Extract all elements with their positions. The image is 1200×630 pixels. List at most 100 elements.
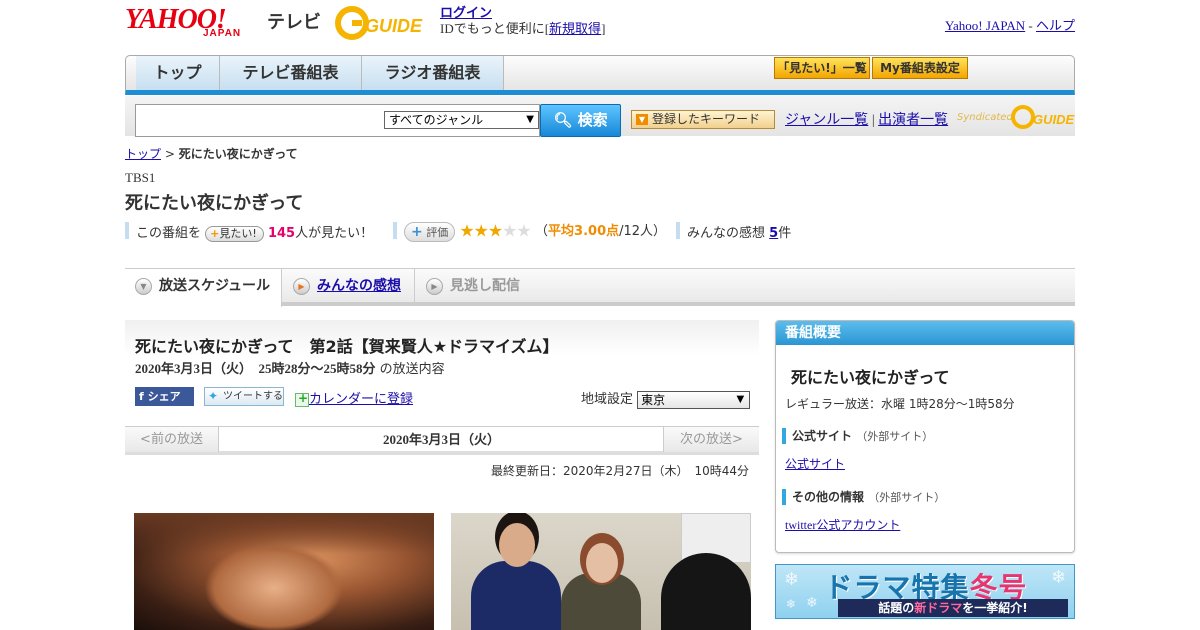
header-links: Yahoo! JAPAN - ヘルプ: [945, 15, 1075, 34]
mitai-count: 145: [267, 226, 296, 241]
help-link[interactable]: ヘルプ: [1036, 18, 1075, 33]
rating-stat: + 評価 ★★★★★ （平均3.00点/12人）: [404, 220, 666, 242]
facebook-icon: f: [139, 390, 144, 403]
registered-keyword-button[interactable]: ▼ 登録したキーワード: [631, 110, 775, 129]
my-schedule-button[interactable]: My番組表設定: [872, 57, 968, 79]
svg-text:GUIDE: GUIDE: [1033, 112, 1075, 127]
banner-subtitle: 話題の新ドラマを一挙紹介!: [838, 599, 1068, 617]
plus-icon: +: [411, 223, 423, 240]
mitai-suffix: 人が見たい！: [295, 226, 374, 241]
search-link-divider: |: [871, 113, 875, 128]
prev-broadcast-link[interactable]: <前の放送: [125, 427, 219, 452]
facebook-share-button[interactable]: f シェア: [135, 387, 194, 406]
tweet-button[interactable]: ✦ ツイートする: [204, 387, 284, 406]
official-site-link[interactable]: 公式サイト: [785, 455, 845, 472]
dropdown-triangle-icon: ▼: [636, 114, 648, 125]
login-link[interactable]: ログイン: [440, 5, 492, 20]
kanso-count-link[interactable]: 5: [769, 226, 778, 241]
star-empty-icon: ★: [516, 221, 531, 242]
rating-paren-open: （: [535, 224, 549, 239]
search-button[interactable]: 🔍︎ 検索: [540, 104, 621, 137]
dropdown-arrow-icon: ▼: [526, 114, 534, 125]
stat-divider: [125, 222, 129, 239]
program-tabs: ▼ 放送スケジュール ▶ みんなの感想 ▶ 見逃し配信: [125, 268, 1075, 307]
site-header: YAHOO! JAPAN テレビ GUIDE ログイン IDでもっと便利に[新規…: [125, 0, 1075, 52]
overview-header: 番組概要: [776, 321, 1074, 345]
genre-select[interactable]: すべてのジャンル ▼: [384, 111, 539, 129]
other-info-heading: その他の情報 （外部サイト）: [782, 489, 945, 505]
calendar-add-icon: [295, 391, 309, 407]
stat-divider: [676, 222, 680, 239]
official-site-label: 公式サイト: [792, 429, 853, 443]
page-title: 死にたい夜にかぎって: [125, 193, 304, 214]
svg-text:GUIDE: GUIDE: [365, 16, 423, 36]
other-info-label: その他の情報: [792, 490, 865, 504]
login-box: ログイン IDでもっと便利に[新規取得]: [440, 5, 605, 37]
nav-tab-radio-schedule[interactable]: ラジオ番組表: [362, 56, 504, 90]
yahoo-japan-link[interactable]: Yahoo! JAPAN: [945, 18, 1025, 33]
tab-kanso[interactable]: ▶ みんなの感想: [283, 269, 415, 303]
dropdown-arrow-icon: ▼: [736, 393, 745, 405]
gguide-logo[interactable]: GUIDE: [335, 6, 431, 40]
photo-hair-shape: [134, 513, 434, 553]
facebook-share-label: シェア: [147, 390, 181, 403]
tab-kanso-label[interactable]: みんなの感想: [317, 278, 401, 294]
episode-airtime: 2020年3月3日（火） 25時28分～25時58分 の放送内容: [135, 358, 445, 377]
region-label: 地域設定: [581, 392, 634, 407]
genre-select-value: すべてのジャンル: [389, 113, 484, 127]
mitai-button[interactable]: +見たい!: [205, 225, 264, 242]
yahoo-japan-logo-text: JAPAN: [203, 28, 242, 39]
genre-list-link[interactable]: ジャンル一覧: [785, 113, 868, 128]
next-broadcast-link[interactable]: 次の放送>: [663, 427, 759, 452]
star-empty-icon: ★: [502, 221, 517, 242]
photo-face-shape: [204, 543, 344, 630]
calendar-link[interactable]: カレンダーに登録: [309, 392, 413, 407]
star-filled-icon: ★: [473, 221, 489, 242]
kanso-suffix: 件: [778, 226, 792, 241]
banner-sub-pre: 話題の: [878, 601, 915, 615]
syndicated-label: Syndicated: [957, 112, 1013, 123]
star-filled-icon: ★: [487, 221, 503, 242]
episode-date-suffix: の放送内容: [379, 362, 445, 377]
last-updated: 最終更新日：2020年2月27日（木） 10時44分: [491, 464, 749, 478]
syndicated-gguide-logo: Syndicated GUIDE: [957, 102, 1075, 132]
register-link[interactable]: 新規取得: [549, 21, 601, 36]
episode-photo: [451, 513, 751, 630]
program-overview: 番組概要 死にたい夜にかぎって レギュラー放送：水曜 1時28分～1時58分 公…: [775, 320, 1075, 553]
drama-special-banner[interactable]: ❄ ❄ ❄ ❄ ドラマ特集冬号 話題の新ドラマを一挙紹介!: [775, 564, 1075, 619]
twitter-bird-icon: ✦: [208, 389, 219, 403]
nav-tab-tv-schedule[interactable]: テレビ番組表: [220, 56, 362, 90]
performer-list-link[interactable]: 出演者一覧: [878, 113, 948, 128]
tab-minogashi-label: 見逃し配信: [450, 278, 520, 294]
breadcrumb-separator: >: [164, 147, 175, 161]
episode-date: 2020年3月3日（火） 25時28分～25時58分: [135, 361, 376, 376]
nav-tab-top[interactable]: トップ: [136, 56, 220, 90]
tab-schedule-label: 放送スケジュール: [159, 278, 271, 294]
tab-schedule[interactable]: ▼ 放送スケジュール: [125, 269, 282, 307]
chevron-right-icon: ▶: [293, 278, 310, 295]
registered-keyword-label: 登録したキーワード: [652, 112, 761, 126]
twitter-account-link[interactable]: twitter公式アカウント: [785, 516, 900, 533]
search-bar: すべてのジャンル ▼ 🔍︎ 検索 ▼ 登録したキーワード ジャンル一覧 | 出演…: [125, 96, 1075, 137]
official-site-heading: 公式サイト （外部サイト）: [782, 428, 933, 444]
tab-minogashi[interactable]: ▶ 見逃し配信: [416, 269, 556, 303]
rating-average: 平均3.00点: [548, 224, 620, 239]
gguide-small-logo-icon: GUIDE: [1011, 105, 1075, 129]
regular-broadcast: レギュラー放送：水曜 1時28分～1時58分: [785, 397, 1015, 411]
login-description-end: ]: [601, 21, 606, 36]
photo-head-shape: [586, 543, 618, 583]
region-setting: 地域設定 東京 ▼: [581, 388, 751, 409]
photo-head-shape: [499, 523, 535, 567]
rating-button[interactable]: + 評価: [404, 221, 456, 242]
mitai-list-button[interactable]: 「見たい!」一覧: [774, 57, 870, 79]
episode-navigation: <前の放送 2020年3月3日（火） 次の放送>: [125, 426, 759, 455]
mitai-stat: この番組を +見たい! 145人が見たい！: [136, 222, 373, 242]
episode-photo: [134, 513, 434, 630]
breadcrumb-top-link[interactable]: トップ: [125, 147, 161, 161]
region-select[interactable]: 東京 ▼: [637, 390, 751, 409]
mitai-button-label: 見たい!: [219, 226, 257, 240]
calendar-register[interactable]: カレンダーに登録: [295, 388, 413, 407]
tv-logo-label[interactable]: テレビ: [267, 8, 321, 34]
mitai-prefix: この番組を: [136, 226, 202, 241]
chevron-right-icon: ▶: [426, 278, 443, 295]
